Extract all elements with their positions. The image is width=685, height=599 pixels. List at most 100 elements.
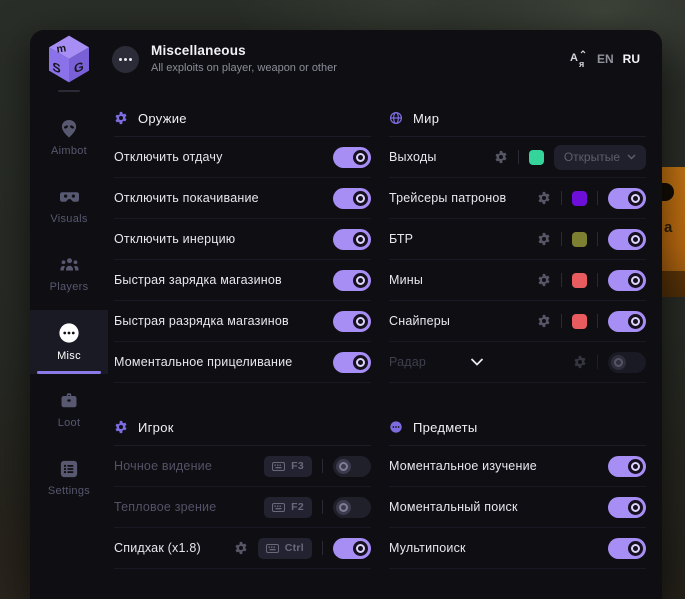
exits-dropdown[interactable]: Открытые: [554, 145, 646, 170]
keybind-label: F2: [291, 501, 304, 513]
keybind-label: F3: [291, 460, 304, 472]
keybind-label: Ctrl: [285, 542, 304, 554]
keybind-badge[interactable]: F2: [264, 497, 312, 518]
chevron-down-icon: [627, 154, 636, 160]
svg-text:m: m: [56, 42, 67, 55]
option-label: Ночное видение: [114, 459, 212, 473]
toggle-switch[interactable]: [333, 147, 371, 168]
expand-chevron-down-icon[interactable]: [470, 358, 484, 366]
option-row: Отключить отдачу: [114, 137, 371, 178]
sidebar-item-label: Misc: [57, 350, 81, 362]
toggle-switch[interactable]: [333, 270, 371, 291]
keybind-badge[interactable]: F3: [264, 456, 312, 477]
option-row: Отключить инерцию: [114, 219, 371, 260]
option-label: Отключить инерцию: [114, 232, 235, 246]
sidebar-item-players[interactable]: Players: [30, 242, 108, 306]
toggle-switch[interactable]: [333, 188, 371, 209]
section-title: Игрок: [138, 420, 174, 435]
gear-icon[interactable]: [537, 273, 551, 287]
option-label: Спидхак (x1.8): [114, 541, 201, 555]
logo-cell: m S G: [30, 30, 108, 88]
option-label: Быстрая зарядка магазинов: [114, 273, 282, 287]
sidebar-item-visuals[interactable]: Visuals: [30, 174, 108, 238]
toggle-switch[interactable]: [608, 229, 646, 250]
section-header: Предметы: [389, 409, 646, 446]
section-title: Предметы: [413, 420, 478, 435]
option-row: Отключить покачивание: [114, 178, 371, 219]
svg-text:я: я: [579, 59, 584, 69]
gear-icon[interactable]: [537, 232, 551, 246]
lang-ru-button[interactable]: RU: [623, 52, 640, 66]
option-row: Трейсеры патронов: [389, 178, 646, 219]
translate-icon[interactable]: A я: [569, 50, 588, 69]
option-label: Тепловое зрение: [114, 500, 216, 514]
color-swatch[interactable]: [572, 232, 587, 247]
sidebar-item-misc[interactable]: Misc: [30, 310, 108, 374]
toggle-switch[interactable]: [333, 456, 371, 477]
page-title: Miscellaneous: [151, 43, 337, 60]
game-background-object: a: [662, 167, 685, 297]
toggle-switch[interactable]: [608, 538, 646, 559]
sidebar-item-label: Visuals: [50, 213, 87, 225]
section-title: Оружие: [138, 111, 187, 126]
toggle-switch[interactable]: [333, 311, 371, 332]
sidebar-item-aimbot[interactable]: Aimbot: [30, 106, 108, 170]
sidebar-item-label: Settings: [48, 485, 90, 497]
ellipsis-icon: [58, 322, 80, 344]
svg-text:S: S: [52, 59, 61, 76]
option-label: Радар: [389, 355, 426, 369]
section-player: Игрок Ночное видение F3 Тепловое зрение: [114, 409, 371, 569]
toggle-switch[interactable]: [608, 311, 646, 332]
option-label: Быстрая разрядка магазинов: [114, 314, 289, 328]
toggle-switch[interactable]: [608, 270, 646, 291]
option-row: Выходы Открытые: [389, 137, 646, 178]
option-row: Моментальное изучение: [389, 446, 646, 487]
sidebar-item-loot[interactable]: Loot: [30, 378, 108, 442]
section-header: Оружие: [114, 100, 371, 137]
toggle-switch[interactable]: [333, 497, 371, 518]
option-row: Снайперы: [389, 301, 646, 342]
gear-icon[interactable]: [537, 191, 551, 205]
toggle-switch[interactable]: [608, 497, 646, 518]
color-swatch[interactable]: [529, 150, 544, 165]
option-row: Быстрая зарядка магазинов: [114, 260, 371, 301]
sidebar-item-settings[interactable]: Settings: [30, 446, 108, 510]
option-label: Моментальный поиск: [389, 500, 518, 514]
gear-icon[interactable]: [494, 150, 508, 164]
cheat-menu-window: m S G Miscellaneous All exploits on play…: [30, 30, 662, 599]
gear-icon[interactable]: [537, 314, 551, 328]
option-row: Ночное видение F3: [114, 446, 371, 487]
toggle-switch[interactable]: [608, 188, 646, 209]
section-items: Предметы Моментальное изучение Моменталь…: [389, 409, 646, 569]
keyboard-icon: [272, 462, 285, 471]
lang-en-button[interactable]: EN: [597, 52, 614, 66]
left-column: Оружие Отключить отдачу Отключить покачи…: [114, 100, 371, 575]
sidebar-item-label: Aimbot: [51, 145, 87, 157]
keyboard-icon: [266, 544, 279, 553]
section-title: Мир: [413, 111, 439, 126]
option-row: Тепловое зрение F2: [114, 487, 371, 528]
color-swatch[interactable]: [572, 273, 587, 288]
sidebar-item-label: Loot: [58, 417, 81, 429]
toggle-switch[interactable]: [608, 456, 646, 477]
color-swatch[interactable]: [572, 314, 587, 329]
gear-icon[interactable]: [234, 541, 248, 555]
option-row: Спидхак (x1.8) Ctrl: [114, 528, 371, 569]
alien-icon: [59, 119, 79, 139]
ellipsis-circle-icon: [389, 420, 403, 434]
option-label: Снайперы: [389, 314, 450, 328]
option-label: Моментальное изучение: [389, 459, 537, 473]
color-swatch[interactable]: [572, 191, 587, 206]
option-row: Быстрая разрядка магазинов: [114, 301, 371, 342]
toggle-switch[interactable]: [333, 538, 371, 559]
app-logo-cube-icon: m S G: [45, 34, 93, 84]
gear-icon: [114, 420, 128, 434]
background-mark: [660, 183, 674, 201]
gear-icon[interactable]: [573, 355, 587, 369]
keybind-badge[interactable]: Ctrl: [258, 538, 312, 559]
background-shade: [662, 271, 685, 297]
ellipsis-avatar: [112, 46, 139, 73]
toggle-switch[interactable]: [333, 352, 371, 373]
toggle-switch[interactable]: [333, 229, 371, 250]
toggle-switch[interactable]: [608, 352, 646, 373]
